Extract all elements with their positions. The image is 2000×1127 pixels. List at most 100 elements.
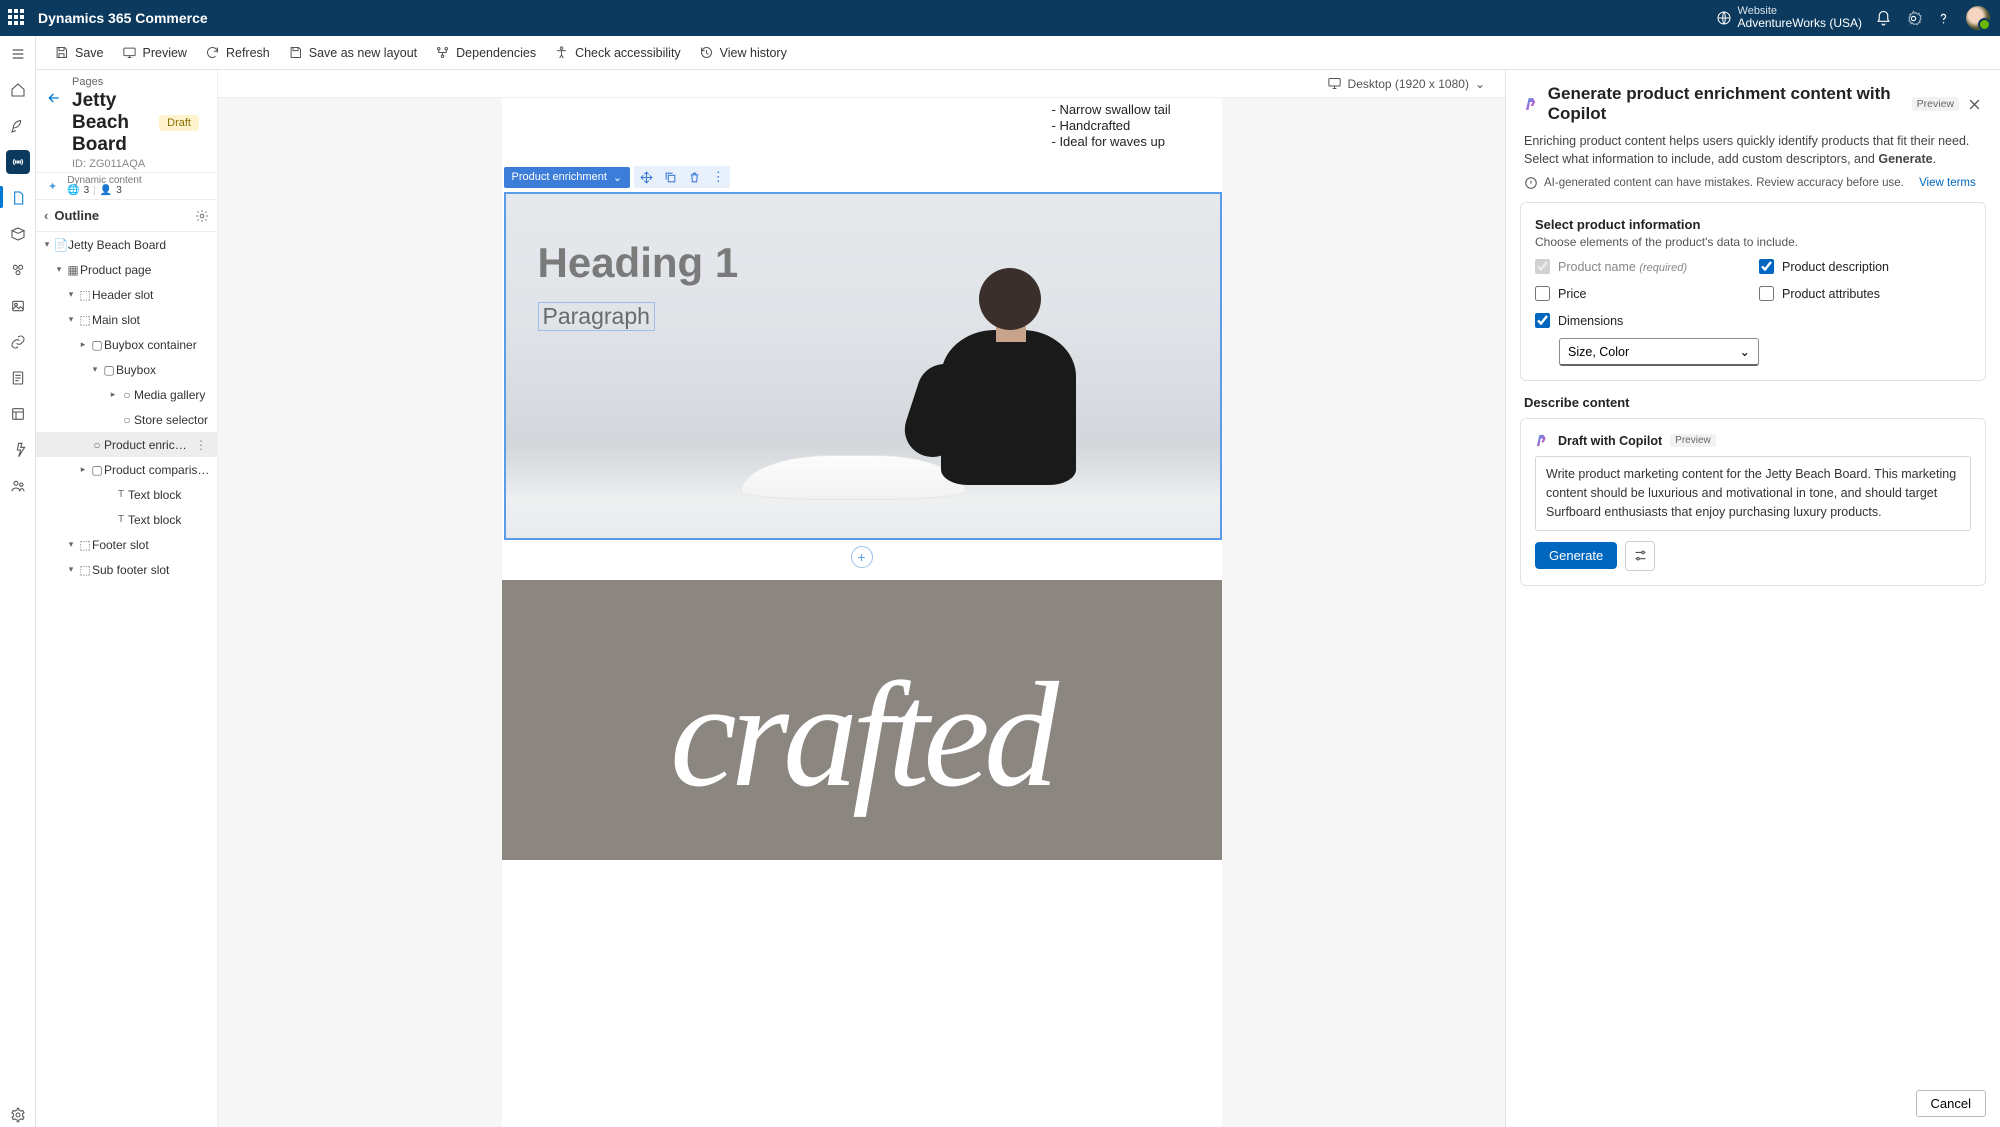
save-button[interactable]: Save	[54, 45, 104, 60]
page-preview[interactable]: - Narrow swallow tail - Handcrafted - Id…	[502, 98, 1222, 1127]
urls-icon[interactable]	[6, 330, 30, 354]
draft-title: Draft with Copilot	[1558, 434, 1662, 448]
describe-label: Describe content	[1506, 395, 2000, 418]
command-bar: Save Preview Refresh Save as new layout …	[36, 36, 2000, 70]
preview-button[interactable]: Preview	[122, 45, 187, 60]
breadcrumb-label[interactable]: Pages	[72, 76, 199, 88]
app-title: Dynamics 365 Commerce	[38, 10, 208, 26]
desktop-icon	[1327, 76, 1342, 91]
site-settings-icon[interactable]	[6, 1103, 30, 1127]
pages-icon[interactable]	[6, 186, 30, 210]
tree-node[interactable]: ▸○Media gallery	[36, 382, 217, 407]
section-desc: Choose elements of the product's data to…	[1535, 235, 1971, 249]
more-icon[interactable]: ⋮	[706, 166, 730, 188]
outline-settings-icon[interactable]	[195, 209, 209, 223]
tree-node[interactable]: ▾⬚Footer slot	[36, 532, 217, 557]
selection-toolbar: Product enrichment⌄ ⋮	[504, 166, 1222, 188]
collapse-outline-icon[interactable]: ‹	[44, 208, 48, 223]
extensibility-icon[interactable]	[6, 438, 30, 462]
chevron-down-icon: ⌄	[613, 171, 622, 184]
website-label: Website	[1738, 5, 1862, 18]
notifications-icon[interactable]	[1874, 9, 1892, 27]
user-small-icon: 👤	[100, 186, 112, 196]
crafted-section[interactable]: crafted	[502, 580, 1222, 860]
avatar[interactable]	[1964, 4, 1992, 32]
generate-button[interactable]: Generate	[1535, 542, 1617, 569]
fragments-icon[interactable]	[6, 258, 30, 282]
tree-node[interactable]: ▾⬚Header slot	[36, 282, 217, 307]
adjust-button[interactable]	[1625, 541, 1655, 571]
tree-node-selected[interactable]: ○Product enrichment⋮	[36, 432, 217, 457]
selection-chip[interactable]: Product enrichment⌄	[504, 167, 631, 188]
tree-node[interactable]: ▾⬚Sub footer slot	[36, 557, 217, 582]
left-rail	[0, 36, 36, 1127]
tree-node[interactable]: TText block	[36, 482, 217, 507]
hamburger-icon[interactable]	[6, 42, 30, 66]
viewport-selector[interactable]: Desktop (1920 x 1080) ⌄	[1327, 76, 1485, 91]
info-icon	[1524, 176, 1538, 190]
templates-icon[interactable]	[6, 366, 30, 390]
tree-node-root[interactable]: ▾📄Jetty Beach Board	[36, 232, 217, 257]
copilot-panel: Generate product enrichment content with…	[1505, 70, 2000, 1127]
tree-node[interactable]: ▸▢Product comparison bu...	[36, 457, 217, 482]
checkbox-product-attributes[interactable]: Product attributes	[1759, 286, 1971, 301]
website-value: AdventureWorks (USA)	[1738, 17, 1862, 31]
outline-panel: Pages Jetty Beach Board Draft ID: ZG011A…	[36, 70, 218, 1127]
website-selector[interactable]: Website AdventureWorks (USA)	[1716, 5, 1862, 31]
chevron-down-icon: ⌄	[1740, 344, 1750, 359]
hero-image	[901, 268, 1081, 518]
accessibility-button[interactable]: Check accessibility	[554, 45, 681, 60]
cancel-button[interactable]: Cancel	[1916, 1090, 1986, 1117]
hero-module[interactable]: Heading 1 Paragraph	[504, 192, 1222, 540]
settings-icon[interactable]	[1904, 9, 1922, 27]
checkbox-dimensions[interactable]: Dimensions	[1535, 313, 1747, 328]
canvas-area: Desktop (1920 x 1080) ⌄ - Narrow swallow…	[218, 70, 1505, 1127]
tree-node[interactable]: ▸▢Buybox container	[36, 332, 217, 357]
broadcast-icon[interactable]	[6, 150, 30, 174]
page-id: ID: ZG011AQA	[72, 158, 199, 170]
tree-node[interactable]: ▾▢Buybox	[36, 357, 217, 382]
help-icon[interactable]	[1934, 9, 1952, 27]
layouts-icon[interactable]	[6, 402, 30, 426]
media-icon[interactable]	[6, 294, 30, 318]
duplicate-icon[interactable]	[658, 166, 682, 188]
draft-card: Draft with Copilot Preview Write product…	[1520, 418, 1986, 585]
prompt-input[interactable]: Write product marketing content for the …	[1535, 456, 1971, 530]
checkbox-product-description[interactable]: Product description	[1759, 259, 1971, 274]
paragraph-placeholder[interactable]: Paragraph	[538, 302, 655, 331]
close-icon[interactable]	[1967, 97, 1982, 112]
tree-node[interactable]: ▾▦Product page	[36, 257, 217, 282]
copilot-icon	[1524, 95, 1540, 113]
checkbox-price[interactable]: Price	[1535, 286, 1747, 301]
tree-node[interactable]: ○Store selector	[36, 407, 217, 432]
view-terms-link[interactable]: View terms	[1919, 177, 1976, 189]
product-info-card: Select product information Choose elemen…	[1520, 202, 1986, 381]
products-icon[interactable]	[6, 222, 30, 246]
chevron-down-icon: ⌄	[1475, 77, 1485, 91]
dependencies-button[interactable]: Dependencies	[435, 45, 536, 60]
refresh-button[interactable]: Refresh	[205, 45, 270, 60]
add-module-button[interactable]: +	[851, 546, 873, 568]
dimensions-select[interactable]: Size, Color ⌄	[1559, 338, 1759, 366]
tree-node[interactable]: TText block	[36, 507, 217, 532]
save-layout-button[interactable]: Save as new layout	[288, 45, 417, 60]
breadcrumb: Pages Jetty Beach Board Draft ID: ZG011A…	[36, 70, 217, 172]
history-button[interactable]: View history	[699, 45, 787, 60]
sliders-icon	[1633, 548, 1648, 563]
rocket-icon[interactable]	[6, 114, 30, 138]
tree-node[interactable]: ▾⬚Main slot	[36, 307, 217, 332]
delete-icon[interactable]	[682, 166, 706, 188]
top-bar: Dynamics 365 Commerce Website AdventureW…	[0, 0, 2000, 36]
section-title: Select product information	[1535, 217, 1971, 232]
node-more-icon[interactable]: ⋮	[191, 438, 211, 452]
audiences-icon[interactable]	[6, 474, 30, 498]
ai-disclaimer: AI-generated content can have mistakes. …	[1506, 176, 2000, 202]
app-launcher-icon[interactable]	[8, 9, 26, 27]
heading-placeholder[interactable]: Heading 1	[538, 239, 739, 287]
copilot-icon	[1535, 433, 1550, 448]
sparkle-icon: ✦	[48, 180, 57, 193]
home-icon[interactable]	[6, 78, 30, 102]
checkbox-product-name: Product name (required)	[1535, 259, 1747, 274]
back-icon[interactable]	[46, 90, 62, 106]
move-icon[interactable]	[634, 166, 658, 188]
